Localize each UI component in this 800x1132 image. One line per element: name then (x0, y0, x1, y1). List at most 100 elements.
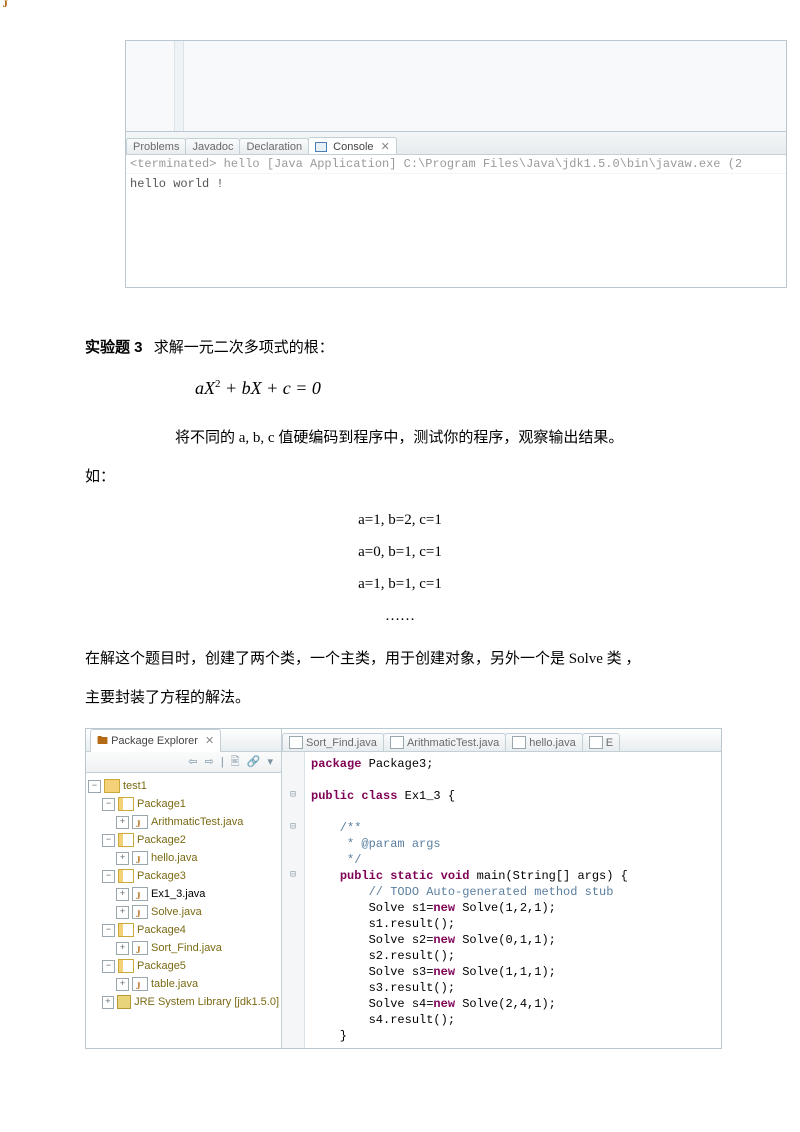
tree-package[interactable]: − Package3 (88, 867, 279, 885)
jre-label: JRE System Library [jdk1.5.0] (134, 993, 279, 1011)
close-icon[interactable]: ✕ (381, 141, 390, 153)
expand-icon[interactable]: − (102, 870, 115, 883)
tree-file[interactable]: + table.java (88, 975, 279, 993)
tree-file[interactable]: + Solve.java (88, 903, 279, 921)
java-file-icon (390, 736, 404, 749)
expand-icon[interactable]: − (102, 924, 115, 937)
java-file-icon (132, 851, 148, 865)
code-text: Ex1_3 { (397, 789, 455, 803)
code-keyword: new (433, 997, 455, 1011)
expand-icon[interactable]: − (102, 960, 115, 973)
menu-icon[interactable]: ▾ (267, 756, 273, 768)
editor-tab-row: Sort_Find.java ArithmaticTest.java hello… (282, 729, 721, 752)
tree-package[interactable]: − Package5 (88, 957, 279, 975)
console-screenshot: Problems Javadoc Declaration Console ✕ <… (125, 40, 787, 288)
tab-javadoc[interactable]: Javadoc (185, 138, 240, 154)
package-label: Package5 (137, 957, 186, 975)
code-text: s2.result(); (311, 949, 455, 963)
tree-file[interactable]: + ArithmaticTest.java (88, 813, 279, 831)
java-file-icon (132, 905, 148, 919)
code-keyword: public static void (340, 869, 470, 883)
java-file-icon (132, 977, 148, 991)
expand-icon[interactable]: − (102, 834, 115, 847)
expand-icon[interactable]: + (116, 906, 129, 919)
collapse-icon[interactable]: 🖹 (231, 756, 240, 768)
exercise-number: 实验题 3 (85, 339, 143, 356)
paragraph-1b: 如： (85, 458, 715, 497)
java-file-icon (132, 815, 148, 829)
library-icon (117, 995, 131, 1009)
expand-icon[interactable]: + (116, 852, 129, 865)
editor-empty-area (126, 41, 786, 132)
tree-file[interactable]: + Ex1_3.java (88, 885, 279, 903)
expand-icon[interactable]: + (116, 978, 129, 991)
nav-back-icon[interactable]: ⇦ (188, 756, 197, 768)
console-icon (315, 142, 327, 152)
tab-console[interactable]: Console ✕ (308, 137, 397, 154)
code-keyword: package (311, 757, 361, 771)
project-icon (104, 779, 120, 793)
editor-body[interactable]: ⊟ ⊟ ⊟ package Package3; public class Ex1… (282, 752, 721, 1048)
code-keyword: new (433, 965, 455, 979)
code-text: Solve(0,1,1); (455, 933, 556, 947)
tab-declaration[interactable]: Declaration (239, 138, 309, 154)
expand-icon[interactable]: + (116, 888, 129, 901)
file-label: table.java (151, 975, 198, 993)
close-icon[interactable]: ✕ (205, 735, 214, 747)
console-tab-row: Problems Javadoc Declaration Console ✕ (126, 132, 786, 155)
editor-tab-label: Sort_Find.java (306, 737, 377, 749)
editor-tab[interactable]: hello.java (505, 733, 582, 751)
ide-screenshot: 🖿 Package Explorer ✕ ⇦ ⇨ | 🖹 🔗 ▾ − test1 (85, 728, 722, 1049)
expand-icon[interactable]: + (116, 816, 129, 829)
editor-tab-label: E (606, 737, 613, 749)
code-text: Solve s1= (311, 901, 433, 915)
code-text: Solve(2,4,1); (455, 997, 556, 1011)
tree-project[interactable]: − test1 (88, 777, 279, 795)
code-text (311, 869, 340, 883)
package-icon (118, 923, 134, 937)
code-keyword: new (433, 933, 455, 947)
tree-jre[interactable]: + JRE System Library [jdk1.5.0] (88, 993, 279, 1011)
formula-part-rest: + bX + c = 0 (221, 378, 321, 398)
exercise-heading: 实验题 3 求解一元二次多项式的根： (85, 328, 715, 368)
editor-tab-label: ArithmaticTest.java (407, 737, 499, 749)
editor-tab[interactable]: E (582, 733, 620, 751)
package-tree: − test1 − Package1 + ArithmaticTest.java (86, 773, 281, 1048)
file-label: Sort_Find.java (151, 939, 222, 957)
expand-icon[interactable]: + (102, 996, 114, 1009)
tree-package[interactable]: − Package2 (88, 831, 279, 849)
code-text: Solve s4= (311, 997, 433, 1011)
package-explorer-tab[interactable]: 🖿 Package Explorer ✕ (90, 729, 221, 752)
console-output: hello world ! (126, 174, 786, 287)
code-text: Solve(1,2,1); (455, 901, 556, 915)
code-text: Solve s2= (311, 933, 433, 947)
paragraph-2: 在解这个题目时，创建了两个类，一个主类，用于创建对象，另外一个是 Solve 类… (85, 640, 715, 679)
package-explorer-title: Package Explorer (111, 735, 198, 747)
nav-fwd-icon[interactable]: ⇨ (205, 756, 214, 768)
java-file-icon (512, 736, 526, 749)
tree-file[interactable]: + hello.java (88, 849, 279, 867)
code-text: Solve(1,1,1); (455, 965, 556, 979)
package-icon (118, 797, 134, 811)
example-dots: …… (85, 608, 715, 625)
tab-problems[interactable]: Problems (126, 138, 186, 154)
code-text: s3.result(); (311, 981, 455, 995)
java-file-icon (132, 887, 148, 901)
tree-file[interactable]: + Sort_Find.java (88, 939, 279, 957)
code-keyword: public class (311, 789, 397, 803)
editor-code[interactable]: package Package3; public class Ex1_3 { /… (305, 752, 634, 1048)
code-javadoc: /** (311, 821, 361, 835)
package-label: Package4 (137, 921, 186, 939)
link-icon[interactable]: 🔗 (247, 756, 261, 768)
editor-tab[interactable]: Sort_Find.java (282, 733, 384, 751)
tree-package[interactable]: − Package4 (88, 921, 279, 939)
tree-package[interactable]: − Package1 (88, 795, 279, 813)
expand-icon[interactable]: + (116, 942, 129, 955)
package-icon (118, 869, 134, 883)
editor-tab[interactable]: ArithmaticTest.java (383, 733, 506, 751)
expand-icon[interactable]: − (88, 780, 101, 793)
package-label: Package3 (137, 867, 186, 885)
formula: aX2 + bX + c = 0 (195, 378, 715, 399)
expand-icon[interactable]: − (102, 798, 115, 811)
exercise-desc: 求解一元二次多项式的根： (154, 340, 334, 356)
